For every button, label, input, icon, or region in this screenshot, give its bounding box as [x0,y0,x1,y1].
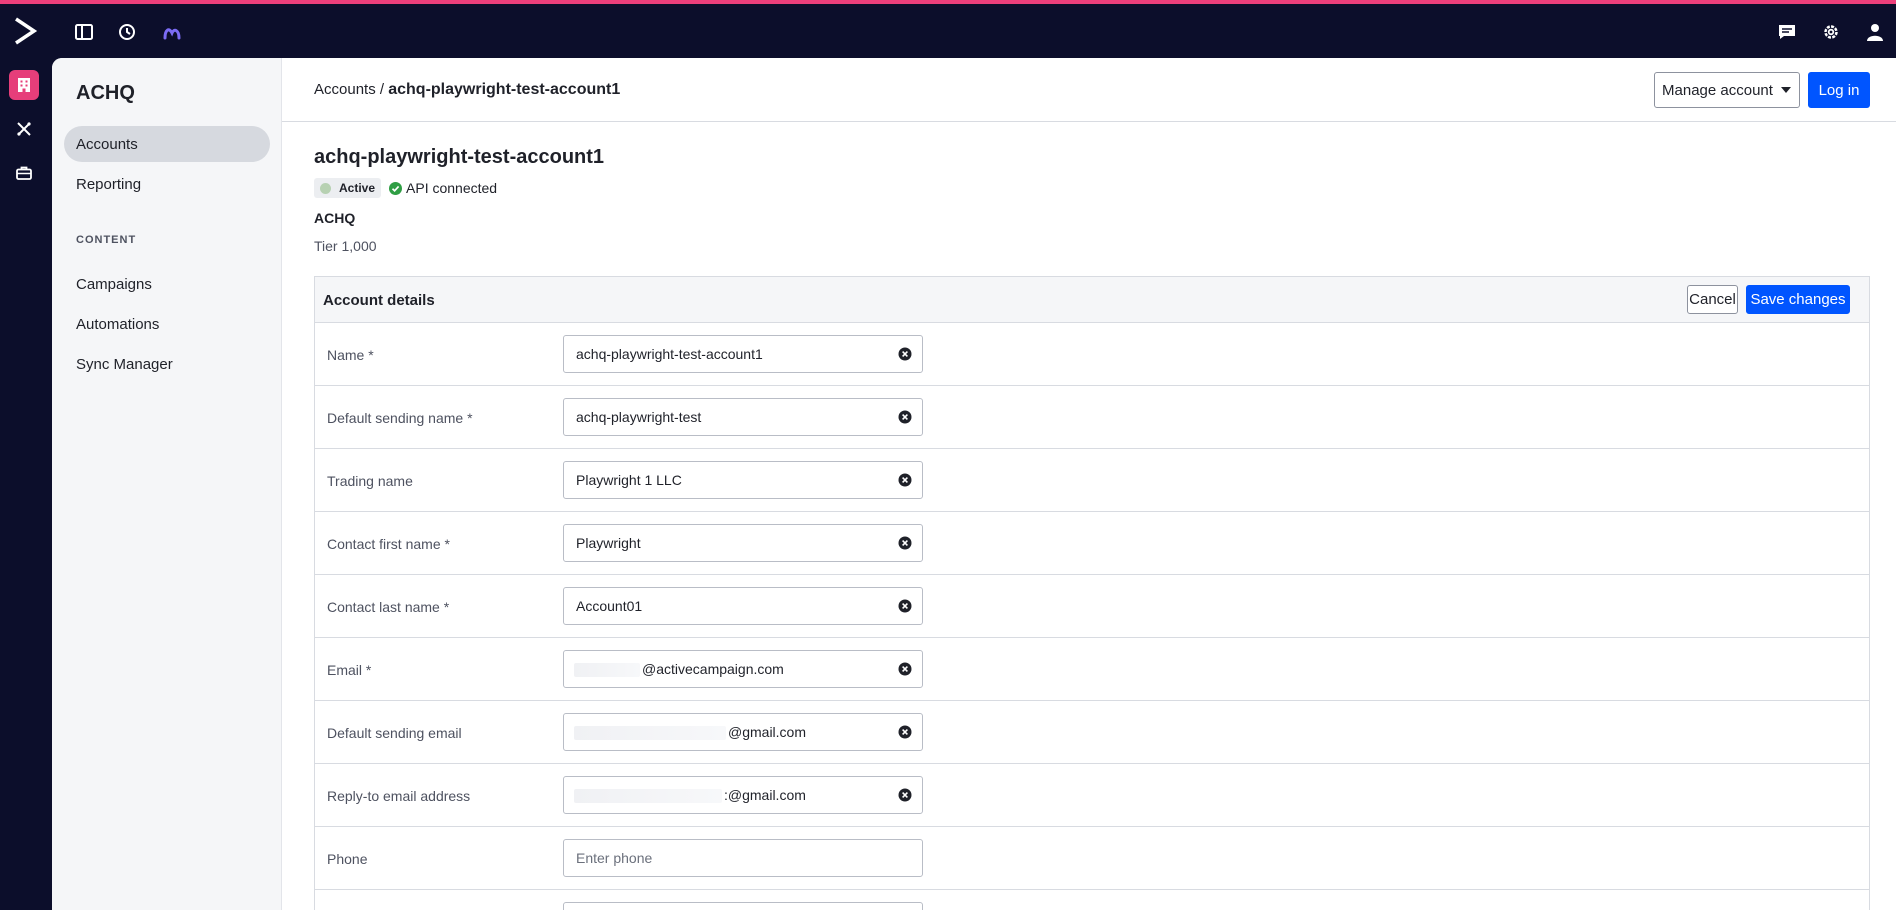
sidebar-toggle-icon[interactable] [73,21,95,43]
clear-icon[interactable] [898,662,912,676]
trading-name-input[interactable] [564,462,884,498]
name-input[interactable] [564,336,884,372]
clear-icon[interactable] [898,536,912,550]
trading-name-field [563,461,923,499]
clear-icon[interactable] [898,410,912,424]
form-row-next [315,890,1869,910]
log-in-button[interactable]: Log in [1808,72,1870,108]
sidebar-item-label: Campaigns [76,275,152,293]
cancel-button[interactable]: Cancel [1687,285,1738,314]
form-row-phone: Phone [315,827,1869,890]
clear-icon[interactable] [898,473,912,487]
sidebar-item-campaigns[interactable]: Campaigns [64,266,270,302]
form-row-email: Email * [315,638,1869,701]
building-icon[interactable] [9,70,39,100]
reply-to-email-input[interactable] [564,777,884,813]
secondary-nav: ACHQ Accounts Reporting CONTENT Campaign… [52,58,282,910]
top-bar [0,0,1896,58]
sidebar-item-accounts[interactable]: Accounts [64,126,270,162]
form-row-default-sending-email: Default sending email [315,701,1869,764]
briefcase-icon[interactable] [9,158,39,188]
reply-to-email-label: Reply-to email address [327,788,471,804]
phone-label: Phone [327,851,368,867]
clear-icon[interactable] [898,725,912,739]
api-status: API connected [389,180,497,196]
reply-to-email-field [563,776,923,814]
phone-input[interactable] [564,840,884,876]
main-content: Accounts / achq-playwright-test-account1… [282,58,1896,910]
trading-name-label: Trading name [327,473,413,489]
email-input[interactable] [564,651,884,687]
form-row-name: Name * [315,323,1869,386]
default-sending-email-field [563,713,923,751]
manage-account-button[interactable]: Manage account [1654,72,1800,108]
chat-icon[interactable] [1776,21,1798,43]
ai-spark-icon[interactable] [161,21,183,43]
account-details-header: Account details Cancel Save changes [315,277,1869,323]
email-label: Email * [327,662,372,678]
contact-first-name-label: Contact first name * [327,536,450,552]
contact-last-name-input[interactable] [564,588,884,624]
email-field [563,650,923,688]
app-title: ACHQ [76,82,135,104]
status-label: Active [339,181,376,195]
phone-field [563,839,923,877]
clear-icon[interactable] [898,599,912,613]
clear-icon[interactable] [898,347,912,361]
sidebar-item-label: Sync Manager [76,355,173,373]
save-changes-button[interactable]: Save changes [1746,285,1850,314]
contact-first-name-field [563,524,923,562]
form-row-trading-name: Trading name [315,449,1869,512]
default-sending-email-input[interactable] [564,714,884,750]
next-input[interactable] [564,903,884,910]
breadcrumb: Accounts / achq-playwright-test-account1 [314,81,620,99]
contact-last-name-label: Contact last name * [327,599,450,615]
sidebar-item-automations[interactable]: Automations [64,306,270,342]
page-header: Accounts / achq-playwright-test-account1… [282,58,1896,122]
account-status-badges: Active API connected [314,178,497,198]
contact-last-name-field [563,587,923,625]
sidebar-item-label: Reporting [76,175,142,193]
sidebar-item-label: Accounts [76,135,138,153]
check-circle-icon [389,181,403,195]
tools-icon[interactable] [9,114,39,144]
breadcrumb-current: achq-playwright-test-account1 [388,81,621,98]
nav-section-content: CONTENT [76,234,137,246]
status-dot-icon [320,182,331,194]
name-label: Name * [327,347,374,363]
breadcrumb-accounts-link[interactable]: Accounts [314,81,376,98]
activecampaign-logo-icon[interactable] [12,16,38,46]
content-panel: ACHQ Accounts Reporting CONTENT Campaign… [52,58,1896,910]
api-status-label: API connected [406,180,498,196]
status-badge: Active [314,178,382,198]
breadcrumb-separator: / [375,81,389,98]
default-sending-email-label: Default sending email [327,725,462,741]
form-row-reply-to-email: Reply-to email address [315,764,1869,827]
account-details-title: Account details [323,292,435,309]
sidebar-item-reporting[interactable]: Reporting [64,166,270,202]
default-sending-name-field [563,398,923,436]
page-title: achq-playwright-test-account1 [314,146,605,168]
manage-account-label: Manage account [1662,81,1773,99]
gear-icon[interactable] [1820,21,1842,43]
form-row-default-sending-name: Default sending name * [315,386,1869,449]
account-tier: Tier 1,000 [314,238,377,254]
organization-name: ACHQ [314,210,356,226]
default-sending-name-input[interactable] [564,399,884,435]
app-rail [0,58,52,910]
history-icon[interactable] [116,21,138,43]
clear-icon[interactable] [898,788,912,802]
chevron-down-icon [1780,87,1791,93]
form-row-contact-first-name: Contact first name * [315,512,1869,575]
form-row-contact-last-name: Contact last name * [315,575,1869,638]
sidebar-item-sync-manager[interactable]: Sync Manager [64,346,270,382]
next-field [563,902,923,910]
account-details-card: Account details Cancel Save changes Name… [314,276,1870,910]
contact-first-name-input[interactable] [564,525,884,561]
user-icon[interactable] [1864,21,1886,43]
sidebar-item-label: Automations [76,315,160,333]
default-sending-name-label: Default sending name * [327,410,473,426]
name-field [563,335,923,373]
